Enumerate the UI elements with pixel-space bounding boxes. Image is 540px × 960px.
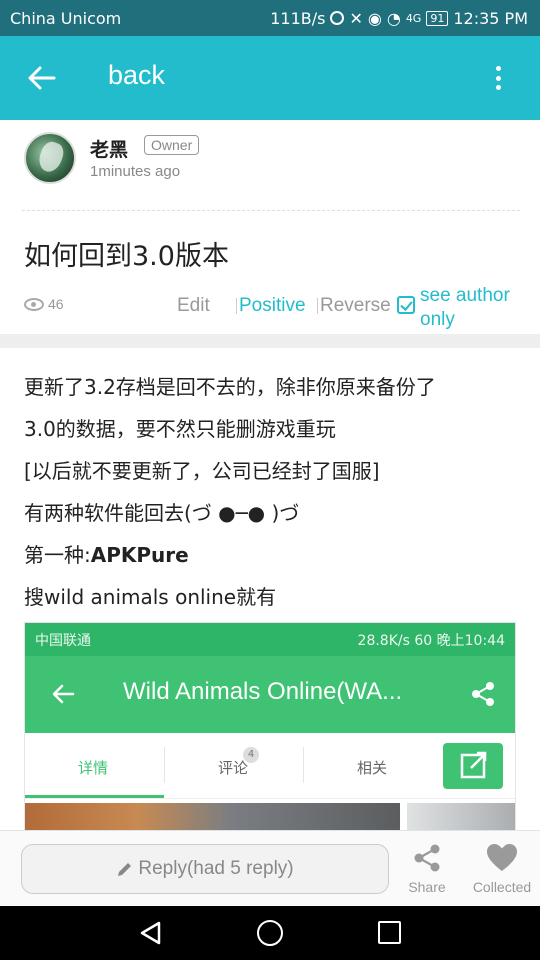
tab-comments: 评论: [218, 759, 249, 777]
carrier-label: China Unicom: [10, 8, 122, 28]
share-button[interactable]: Share: [404, 843, 450, 895]
separator: [164, 747, 165, 783]
reply-button[interactable]: Reply(had 5 reply): [21, 844, 389, 894]
embedded-title: Wild Animals Online(WA...: [123, 678, 403, 705]
nav-home-icon[interactable]: [257, 920, 283, 946]
embedded-time: 晚上10:44: [436, 632, 505, 649]
view-count: 46: [48, 296, 64, 312]
content-text: 第一种:: [24, 543, 91, 567]
arrow-left-icon: [52, 684, 75, 704]
tab-details: 详情: [78, 759, 109, 777]
embedded-battery: 60: [414, 632, 433, 649]
system-nav-bar: [0, 906, 540, 960]
tab-related: 相关: [357, 759, 388, 777]
heart-icon: [487, 844, 517, 871]
content-line: 更新了3.2存档是回不去的，除非你原来备份了: [24, 375, 436, 399]
status-icons: 111B/s ✕ ◉ ◔ 4G 91 12:35 PM: [270, 9, 528, 28]
active-tab-indicator: [25, 795, 164, 798]
app-bar: back: [0, 36, 540, 120]
post-content: 更新了3.2存档是回不去的，除非你原来备份了 3.0的数据，要不然只能删游戏重玩…: [24, 366, 518, 618]
clock: 12:35 PM: [453, 8, 528, 28]
author-only-checkbox[interactable]: [397, 296, 415, 314]
pencil-icon: [118, 863, 132, 876]
embedded-status-bar: 中国联通 28.8K/s 60 晚上10:44: [25, 623, 515, 656]
content-line: 有两种软件能回去(づ ●─● )づ: [24, 501, 300, 525]
reply-label: Reply(had 5 reply): [138, 858, 294, 879]
section-gap: [0, 334, 540, 348]
separator: [303, 747, 304, 783]
share-icon: [472, 682, 494, 706]
game-screenshot-image: [25, 803, 400, 831]
signal-icon: 4G: [405, 11, 422, 25]
sync-icon: [330, 11, 345, 25]
share-label: Share: [408, 879, 446, 895]
battery-icon: 91: [426, 10, 449, 26]
embedded-screenshot[interactable]: 中国联通 28.8K/s 60 晚上10:44 Wild Animals Onl…: [24, 622, 516, 832]
owner-badge: Owner: [144, 135, 200, 155]
open-external-icon: [443, 743, 503, 789]
content-line: 3.0的数据，要不然只能删游戏重玩: [24, 417, 336, 441]
nav-recents-icon[interactable]: [378, 921, 401, 944]
post-actions-row: 46 Edit Positive Reverse see author only: [24, 284, 524, 330]
embedded-carrier: 中国联通: [35, 632, 91, 649]
wifi-icon: ◔: [386, 8, 401, 28]
arrow-left-icon[interactable]: [26, 64, 56, 92]
post-time: 1minutes ago: [90, 163, 181, 180]
author-header: 老黑 Owner 1minutes ago: [24, 132, 524, 188]
status-bar: China Unicom 111B/s ✕ ◉ ◔ 4G 91 12:35 PM: [0, 0, 540, 36]
content-line: 第一种:APKPure: [24, 534, 518, 576]
nav-back-icon[interactable]: [138, 920, 164, 946]
game-screenshot-image: [407, 803, 515, 831]
author-only-label[interactable]: see author only: [420, 284, 530, 332]
edit-button[interactable]: Edit: [177, 295, 210, 317]
separator: [317, 298, 318, 314]
embedded-gallery: [25, 799, 515, 831]
collected-label: Collected: [472, 879, 532, 895]
collect-button[interactable]: Collected: [466, 843, 538, 895]
content-line: [以后就不要更新了，公司已经封了国服]: [24, 459, 380, 483]
author-name[interactable]: 老黑: [90, 135, 128, 162]
eye-icon: [24, 298, 44, 311]
reverse-order-button[interactable]: Reverse: [320, 295, 391, 317]
share-icon: [414, 844, 440, 872]
divider: [22, 210, 520, 211]
embedded-app-bar: Wild Animals Online(WA...: [25, 656, 515, 733]
avatar[interactable]: [24, 132, 76, 184]
back-label[interactable]: back: [108, 60, 165, 91]
post-title: 如何回到3.0版本: [24, 241, 229, 272]
separator: [236, 298, 237, 314]
mute-icon: ✕: [349, 8, 363, 28]
embedded-tabs: 详情 评论 4 相关: [25, 733, 515, 799]
bottom-action-bar: Reply(had 5 reply) Share Collected: [0, 830, 540, 906]
embedded-status-right: 28.8K/s 60 晚上10:44: [358, 630, 505, 650]
embedded-net-speed: 28.8K/s: [357, 632, 410, 649]
eye-comfort-icon: ◉: [367, 8, 382, 28]
comment-count-badge: 4: [243, 747, 259, 763]
net-speed: 111B/s: [270, 8, 326, 28]
more-vert-icon[interactable]: [486, 63, 510, 93]
content-bold: APKPure: [90, 543, 189, 567]
content-line: 搜wild animals online就有: [24, 585, 277, 609]
positive-order-button[interactable]: Positive: [239, 295, 306, 317]
